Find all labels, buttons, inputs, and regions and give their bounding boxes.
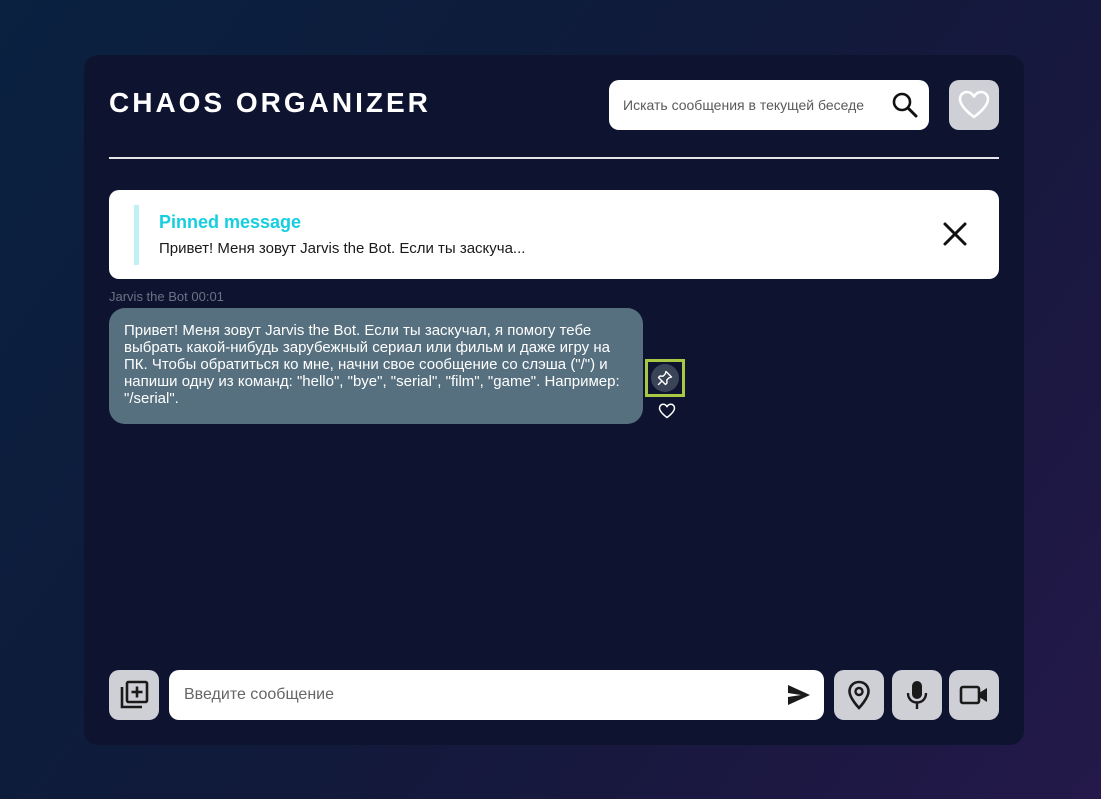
send-location-button[interactable] xyxy=(834,670,884,720)
app-title: CHAOS ORGANIZER xyxy=(109,87,431,118)
favorites-button[interactable] xyxy=(949,80,999,130)
send-icon[interactable] xyxy=(786,683,812,707)
close-icon[interactable] xyxy=(941,220,969,248)
search-bar xyxy=(609,80,929,130)
message-meta: Jarvis the Bot 00:01 xyxy=(109,289,224,304)
message-bubble: Привет! Меня зовут Jarvis the Bot. Если … xyxy=(109,308,643,424)
location-icon xyxy=(848,680,870,710)
attach-file-button[interactable] xyxy=(109,670,159,720)
header-divider xyxy=(109,157,999,159)
pinned-accent-bar xyxy=(134,205,139,265)
record-audio-button[interactable] xyxy=(892,670,942,720)
pinned-message-panel: Pinned message Привет! Меня зовут Jarvis… xyxy=(109,190,999,279)
search-input[interactable] xyxy=(623,94,873,116)
pin-button[interactable] xyxy=(645,359,685,397)
microphone-icon xyxy=(906,681,928,709)
message-input[interactable] xyxy=(184,684,764,706)
video-camera-icon xyxy=(959,685,987,705)
heart-icon xyxy=(958,90,990,119)
add-file-icon xyxy=(120,680,149,709)
heart-outline-icon[interactable] xyxy=(658,403,676,419)
chat-app-window: CHAOS ORGANIZER Pinned message Привет! М… xyxy=(84,55,1024,745)
pin-icon xyxy=(657,370,673,386)
search-icon[interactable] xyxy=(891,91,919,119)
pinned-text[interactable]: Привет! Меня зовут Jarvis the Bot. Если … xyxy=(159,240,525,257)
message-composer xyxy=(169,670,824,720)
record-video-button[interactable] xyxy=(949,670,999,720)
pin-button-circle xyxy=(651,364,679,392)
pinned-title: Pinned message xyxy=(159,212,302,232)
